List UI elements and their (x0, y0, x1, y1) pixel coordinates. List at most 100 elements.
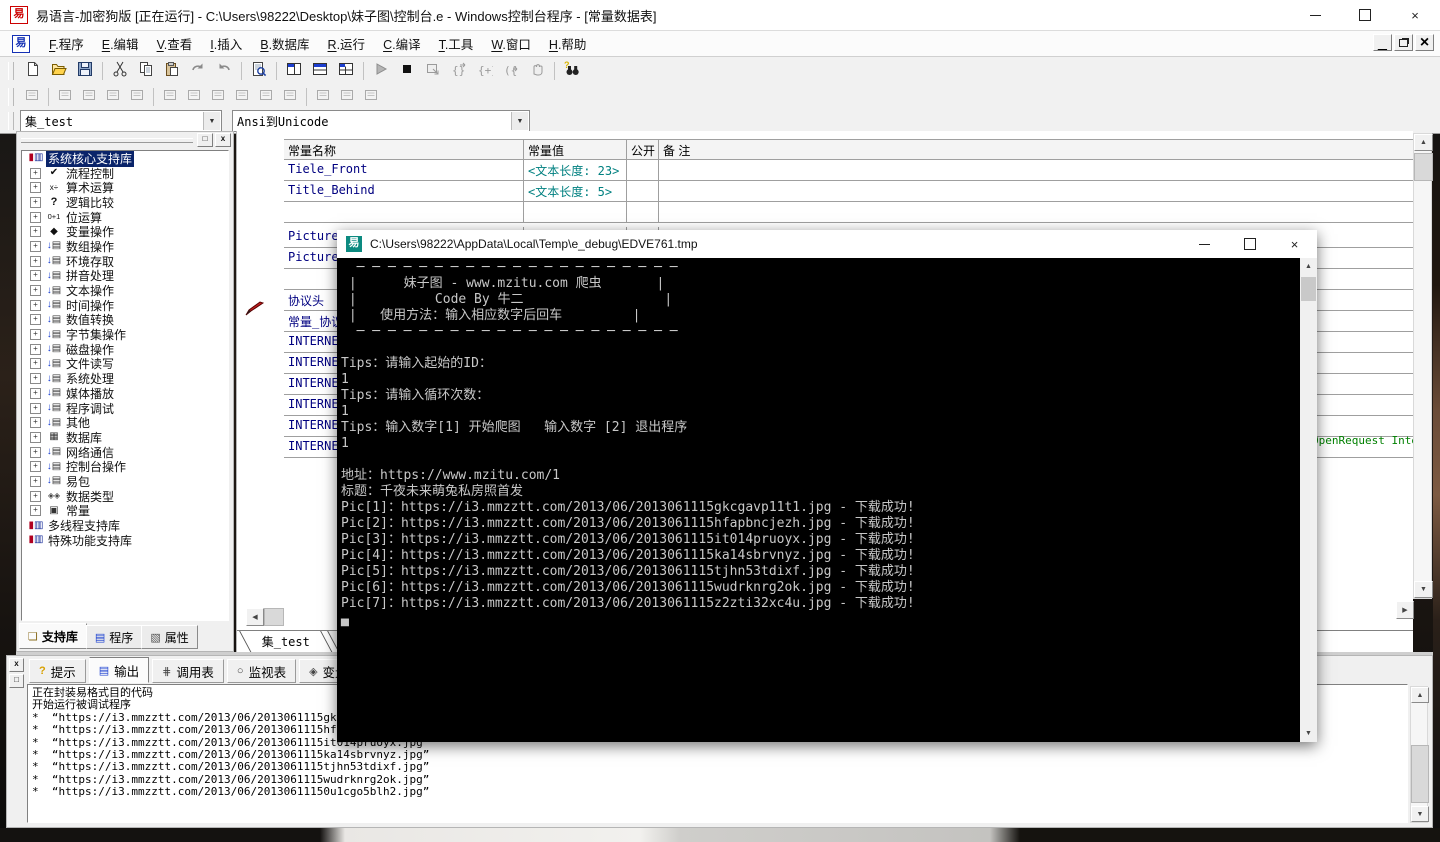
mdi-close-button[interactable]: × (1415, 34, 1434, 51)
v-scrollbar-thumb[interactable] (1414, 153, 1433, 181)
constant-name-cell[interactable]: Title_Behind (284, 181, 524, 201)
console-close-button[interactable]: × (1272, 230, 1317, 258)
panel-close-button[interactable]: x (9, 658, 24, 672)
tab-程序[interactable]: ▤程序 (86, 625, 142, 649)
tree-item-文本操作[interactable]: +↓▤文本操作 (22, 283, 228, 298)
tree-item-流程控制[interactable]: +✔流程控制 (22, 166, 228, 181)
public-cell[interactable] (627, 160, 659, 180)
copy-button[interactable] (133, 59, 159, 83)
open-button[interactable] (46, 59, 72, 83)
panel-drag-grip[interactable] (21, 138, 193, 143)
tree-item-媒体播放[interactable]: +↓▤媒体播放 (22, 386, 228, 401)
panel-float-button[interactable]: □ (197, 133, 213, 147)
public-cell[interactable] (627, 202, 659, 222)
tree-item-逻辑比较[interactable]: +?逻辑比较 (22, 195, 228, 210)
tree-item-数据类型[interactable]: +◈◈数据类型 (22, 489, 228, 504)
scroll-down-button[interactable]: ▼ (1414, 581, 1433, 598)
tree-item-其他[interactable]: +↓▤其他 (22, 415, 228, 430)
align-middles-button[interactable] (230, 87, 254, 107)
scroll-down-button[interactable]: ▼ (1411, 806, 1429, 822)
expand-plus-icon[interactable]: + (30, 373, 41, 384)
console-titlebar[interactable]: 易 C:\Users\98222\AppData\Local\Temp\e_de… (337, 230, 1317, 258)
tree-item-数组操作[interactable]: +↓▤数组操作 (22, 239, 228, 254)
expand-plus-icon[interactable]: + (30, 241, 41, 252)
form-window-button[interactable] (20, 87, 44, 107)
tree-item-数值转换[interactable]: +↓▤数值转换 (22, 313, 228, 328)
tab-属性[interactable]: ▧属性 (141, 625, 197, 649)
tab-调用表[interactable]: ⋕调用表 (152, 659, 224, 683)
tree-item-时间操作[interactable]: +↓▤时间操作 (22, 298, 228, 313)
snap-top-button[interactable] (101, 87, 125, 107)
center-vertical-button[interactable] (182, 87, 206, 107)
tree-item-算术运算[interactable]: +x÷算术运算 (22, 180, 228, 195)
tree-item-磁盘操作[interactable]: +↓▤磁盘操作 (22, 342, 228, 357)
tab-输出[interactable]: ▤输出 (89, 657, 149, 683)
tree-item-字节集操作[interactable]: +↓▤字节集操作 (22, 327, 228, 342)
public-cell[interactable] (627, 181, 659, 201)
space-horizontal-button[interactable] (311, 87, 335, 107)
expand-plus-icon[interactable]: + (30, 358, 41, 369)
tree-item-拼音处理[interactable]: +↓▤拼音处理 (22, 269, 228, 284)
snap-bottom-button[interactable] (125, 87, 149, 107)
save-button[interactable] (72, 59, 98, 83)
space-vertical-button[interactable] (335, 87, 359, 107)
tree-item-数据库[interactable]: +▦数据库 (22, 430, 228, 445)
center-horizontal-button[interactable] (158, 87, 182, 107)
expand-plus-icon[interactable]: + (30, 314, 41, 325)
expand-plus-icon[interactable]: + (30, 197, 41, 208)
close-button[interactable]: × (1390, 0, 1440, 30)
menu-工具[interactable]: T.工具 (430, 31, 483, 56)
menu-编辑[interactable]: E.编辑 (93, 31, 148, 56)
step-over-button[interactable]: {} (446, 59, 472, 83)
menu-窗口[interactable]: W.窗口 (482, 31, 540, 56)
panel-close-button[interactable]: x (215, 133, 231, 147)
menu-数据库[interactable]: B.数据库 (251, 31, 318, 56)
h-scrollbar-thumb[interactable] (264, 608, 284, 626)
console-minimize-button[interactable] (1182, 230, 1227, 258)
expand-plus-icon[interactable]: + (30, 403, 41, 414)
expand-plus-icon[interactable]: + (30, 344, 41, 355)
minimize-button[interactable] (1290, 0, 1340, 30)
constant-name-cell[interactable] (284, 202, 524, 222)
same-size-button[interactable] (359, 87, 383, 107)
expand-plus-icon[interactable]: + (30, 270, 41, 281)
tab-支持库[interactable]: ❏支持库 (19, 623, 87, 649)
tree-item-常量[interactable]: +▣常量 (22, 504, 228, 519)
chevron-down-icon[interactable]: ▼ (511, 112, 528, 130)
tree-item-变量操作[interactable]: +◆变量操作 (22, 224, 228, 239)
expand-plus-icon[interactable]: + (30, 285, 41, 296)
console-v-scrollbar[interactable]: ▲ ▼ (1300, 258, 1317, 742)
output-v-scrollbar[interactable]: ▲ ▼ (1410, 686, 1428, 823)
tree-item-系统处理[interactable]: +↓▤系统处理 (22, 371, 228, 386)
expand-plus-icon[interactable]: + (30, 461, 41, 472)
scroll-up-button[interactable]: ▲ (1411, 687, 1429, 703)
tree-item-易包[interactable]: +↓▤易包 (22, 474, 228, 489)
attach-button[interactable] (420, 59, 446, 83)
tree-root-library[interactable]: ▮▥系统核心支持库 (22, 151, 228, 166)
mdi-minimize-button[interactable]: _ (1373, 34, 1392, 51)
menu-帮助[interactable]: H.帮助 (540, 31, 596, 56)
tree-item-文件读写[interactable]: +↓▤文件读写 (22, 357, 228, 372)
expand-plus-icon[interactable]: + (30, 432, 41, 443)
menu-编译[interactable]: C.编译 (374, 31, 430, 56)
expand-plus-icon[interactable]: + (30, 168, 41, 179)
scroll-up-button[interactable]: ▲ (1414, 134, 1433, 151)
remark-cell[interactable] (659, 181, 1413, 201)
remark-cell[interactable] (659, 160, 1413, 180)
paste-button[interactable] (159, 59, 185, 83)
expand-plus-icon[interactable]: + (30, 329, 41, 340)
remark-cell[interactable] (659, 202, 1413, 222)
v-scrollbar-thumb[interactable] (1411, 745, 1429, 803)
expand-plus-icon[interactable]: + (30, 447, 41, 458)
console-maximize-button[interactable] (1227, 230, 1272, 258)
align-edges-button[interactable] (206, 87, 230, 107)
v-scrollbar-thumb[interactable] (1301, 277, 1316, 301)
tree-item-位运算[interactable]: +0+1位运算 (22, 210, 228, 225)
constant-name-cell[interactable]: Tiele_Front (284, 160, 524, 180)
maximize-button[interactable] (1340, 0, 1390, 30)
assembly-combobox[interactable]: 集_test ▼ (20, 110, 222, 132)
doc-v-scrollbar[interactable]: ▲ ▼ (1413, 133, 1432, 599)
expand-plus-icon[interactable]: + (30, 300, 41, 311)
pause-hand-button[interactable] (524, 59, 550, 83)
expand-plus-icon[interactable]: + (30, 491, 41, 502)
